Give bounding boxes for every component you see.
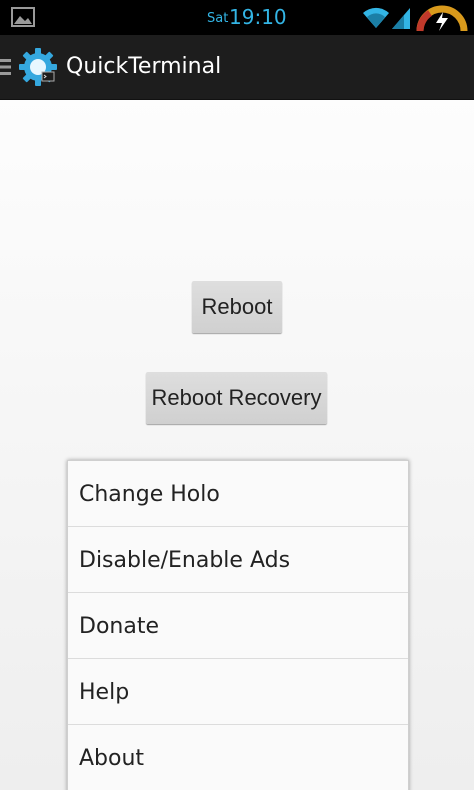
cell-signal-icon bbox=[392, 8, 410, 29]
wifi-icon bbox=[363, 7, 389, 28]
menu-item-help[interactable]: Help bbox=[68, 659, 408, 725]
image-notification-icon bbox=[11, 7, 35, 27]
reboot-button[interactable]: Reboot bbox=[192, 281, 282, 333]
drawer-indicator-icon[interactable] bbox=[0, 57, 14, 77]
menu-item-about[interactable]: About bbox=[68, 725, 408, 790]
menu-item-disable-enable-ads[interactable]: Disable/Enable Ads bbox=[68, 527, 408, 593]
status-day: Sat bbox=[207, 11, 229, 26]
app-gear-icon[interactable] bbox=[18, 47, 58, 87]
status-bar: Sat 19:10 bbox=[0, 0, 474, 35]
app-title: QuickTerminal bbox=[66, 54, 222, 79]
reboot-recovery-button[interactable]: Reboot Recovery bbox=[146, 372, 327, 424]
overflow-menu: Change Holo Disable/Enable Ads Donate He… bbox=[67, 460, 409, 790]
action-bar: QuickTerminal bbox=[0, 35, 474, 100]
battery-gauge-icon bbox=[416, 5, 468, 32]
app-screen: Sat 19:10 QuickTerminal Reboot Reboot Re… bbox=[0, 0, 474, 790]
menu-item-change-holo[interactable]: Change Holo bbox=[68, 461, 408, 527]
menu-item-donate[interactable]: Donate bbox=[68, 593, 408, 659]
status-time: 19:10 bbox=[229, 5, 287, 29]
